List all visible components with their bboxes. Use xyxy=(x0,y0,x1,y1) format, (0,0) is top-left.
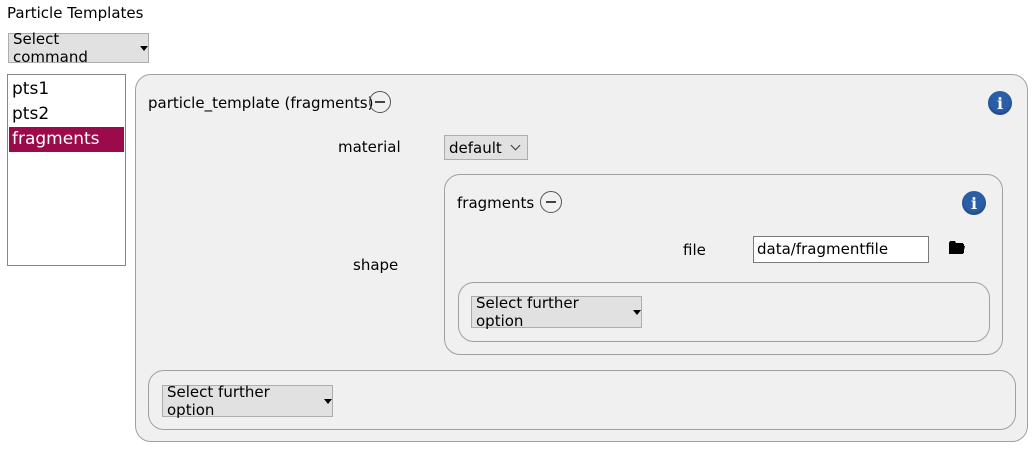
select-command-button[interactable]: Select command xyxy=(8,30,149,66)
further-option-label: Select further option xyxy=(167,383,270,419)
shape-label: shape xyxy=(353,256,399,274)
minus-circle-icon xyxy=(375,101,385,103)
template-further-option-button[interactable]: Select further option xyxy=(162,383,333,419)
template-list[interactable]: pts1 pts2 fragments xyxy=(7,74,126,266)
caret-down-icon xyxy=(140,46,148,51)
file-label: file xyxy=(683,241,706,259)
list-item-pts2[interactable]: pts2 xyxy=(8,102,125,127)
info-icon[interactable]: i xyxy=(962,191,986,215)
template-heading: particle_template (fragments) xyxy=(148,94,374,112)
material-label: material xyxy=(338,138,401,156)
chevron-down-icon xyxy=(510,140,521,151)
shape-further-option-button[interactable]: Select further option xyxy=(471,294,642,330)
material-dropdown[interactable]: default xyxy=(444,135,528,160)
material-value: default xyxy=(449,138,502,157)
file-input[interactable]: data/fragmentfile xyxy=(753,236,929,263)
further-option-label: Select further option xyxy=(476,294,579,330)
caret-down-icon xyxy=(633,310,641,315)
list-item-pts1[interactable]: pts1 xyxy=(8,77,125,102)
list-item-fragments[interactable]: fragments xyxy=(9,127,124,152)
info-icon[interactable]: i xyxy=(988,91,1012,115)
page-title: Particle Templates xyxy=(7,4,144,22)
shape-heading: fragments xyxy=(457,194,535,212)
caret-down-icon xyxy=(324,399,332,404)
select-command-label: Select command xyxy=(13,30,88,66)
minus-circle-icon xyxy=(546,201,556,203)
collapse-shape-button[interactable] xyxy=(540,191,562,213)
collapse-template-button[interactable] xyxy=(369,91,391,113)
folder-icon[interactable] xyxy=(949,241,965,255)
